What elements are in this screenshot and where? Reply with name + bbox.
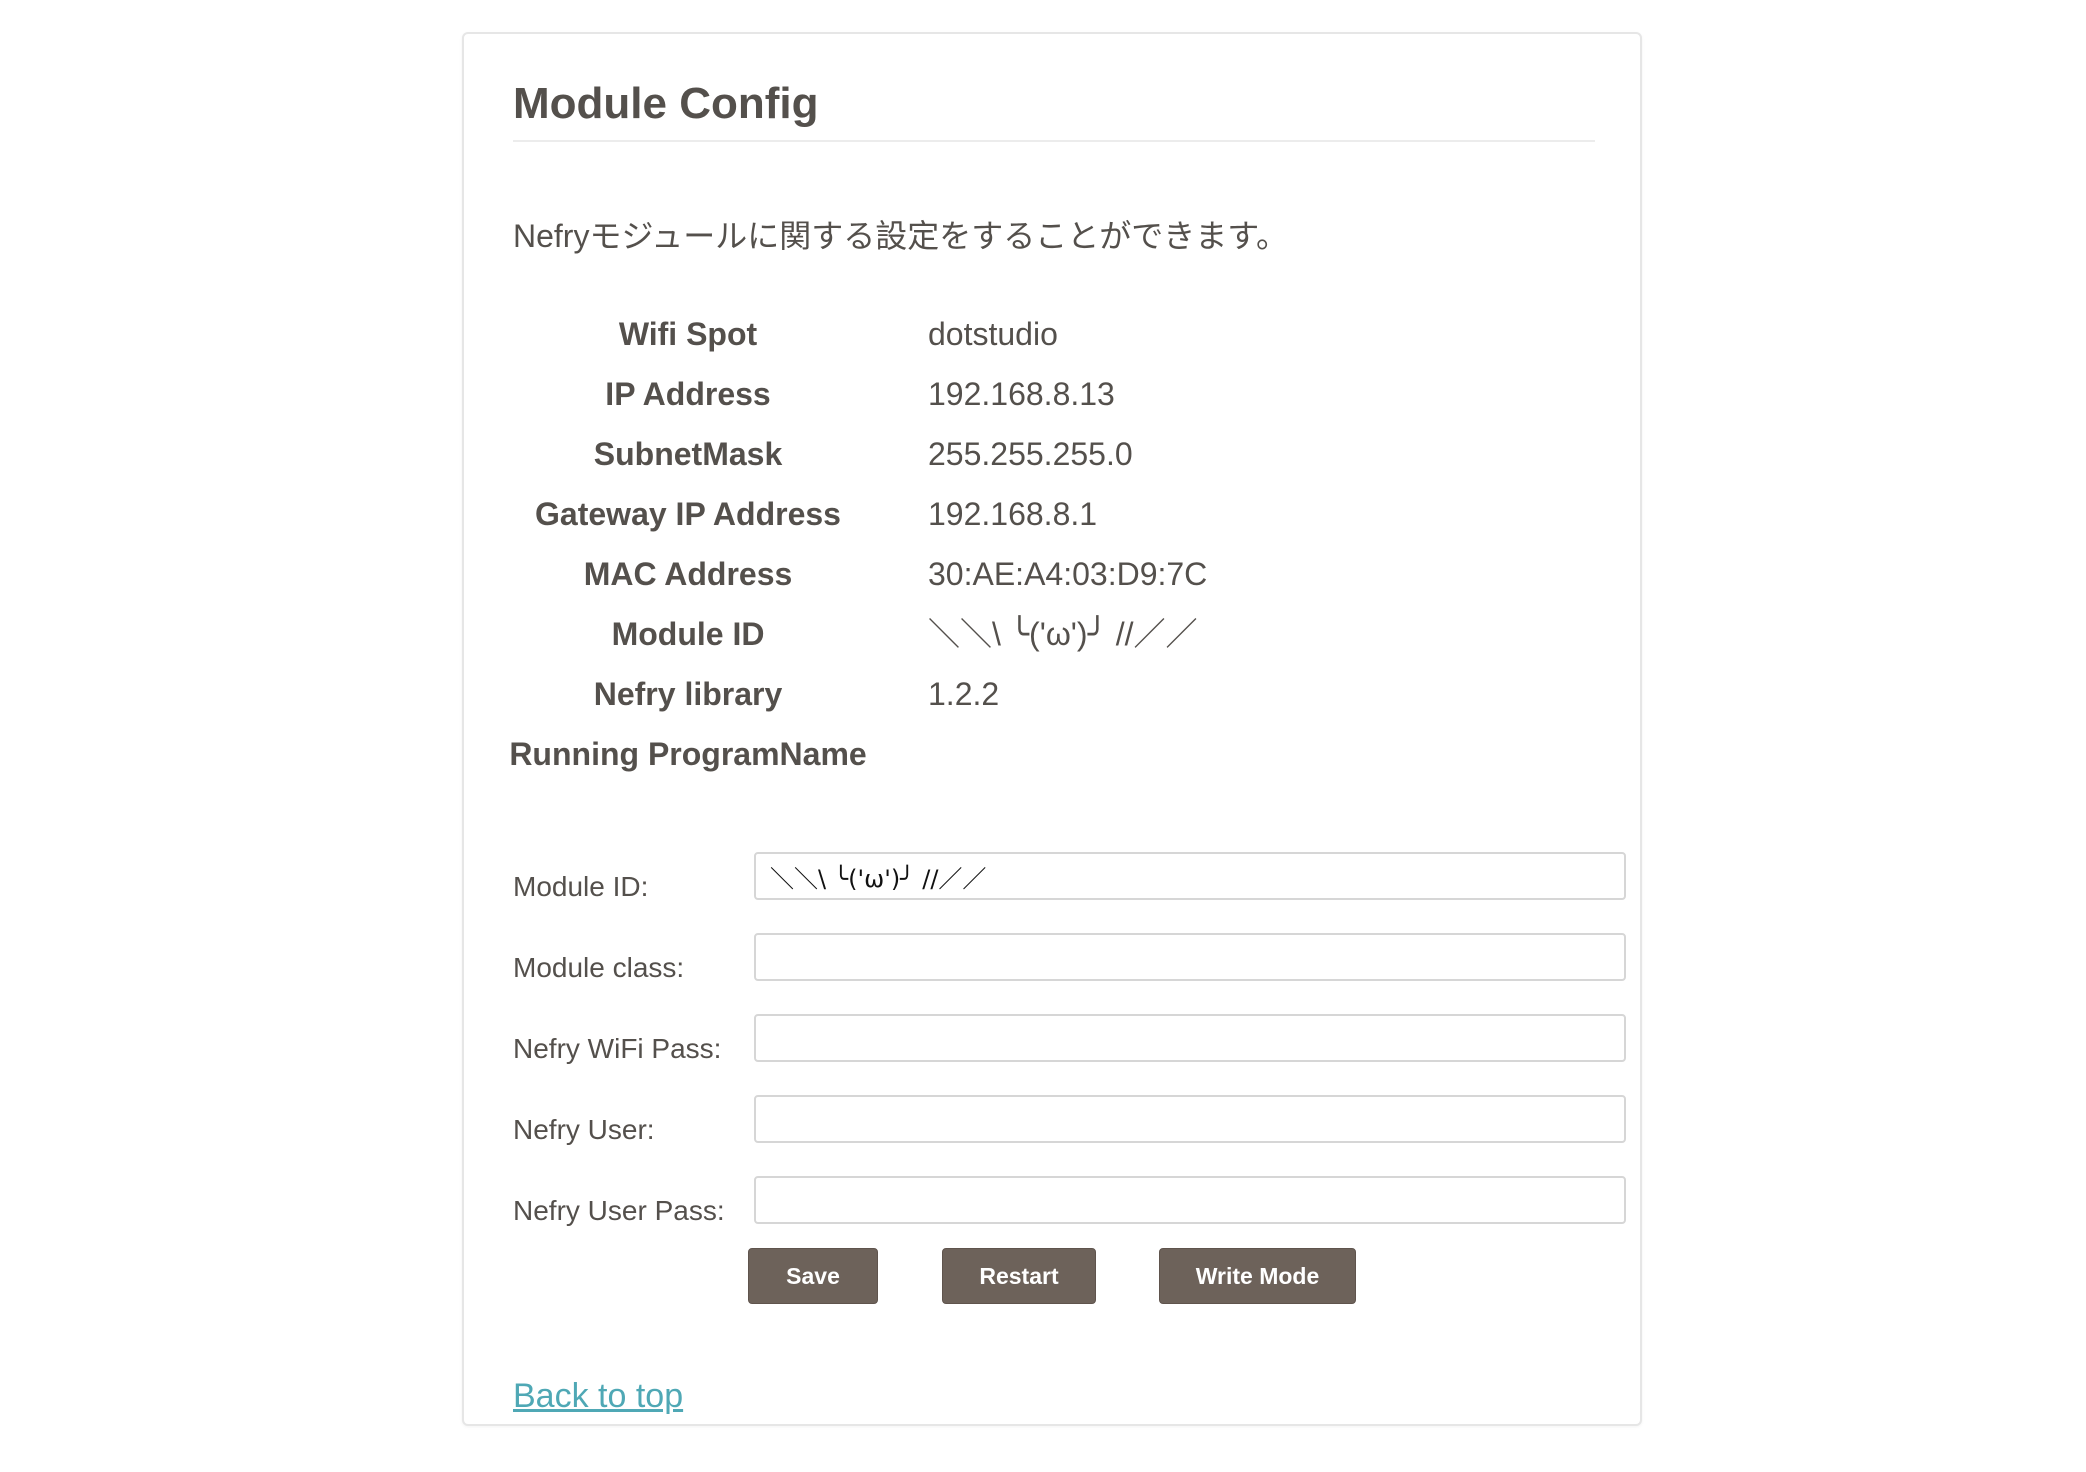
user-pass-label: Nefry User Pass: [513, 1195, 725, 1226]
info-value: 30:AE:A4:03:D9:7C [928, 556, 1208, 592]
module-id-input[interactable] [754, 852, 1626, 900]
user-input[interactable] [754, 1095, 1626, 1143]
write-mode-button[interactable]: Write Mode [1159, 1248, 1356, 1304]
wifi-pass-label: Nefry WiFi Pass: [513, 1033, 722, 1064]
info-value: 255.255.255.0 [928, 436, 1133, 472]
info-label: MAC Address [583, 556, 793, 592]
info-label: Gateway IP Address [535, 496, 841, 532]
page-title: Module Config [513, 79, 819, 128]
module-id-label: Module ID: [513, 871, 649, 902]
info-label: Nefry library [593, 676, 783, 712]
info-label: Module ID [611, 616, 765, 652]
module-class-label: Module class: [513, 952, 685, 983]
info-label: IP Address [605, 376, 771, 412]
save-button[interactable]: Save [748, 1248, 878, 1304]
info-label: Running ProgramName [509, 736, 867, 772]
info-value: 192.168.8.13 [928, 376, 1115, 412]
info-label: Wifi Spot [618, 316, 758, 352]
page-description: Nefryモジュールに関する設定をすることができます。 [513, 218, 1289, 254]
info-value: 1.2.2 [928, 676, 1000, 712]
info-value: 192.168.8.1 [928, 496, 1098, 532]
info-value: ＼＼\ ╰('ω')╯ //／／ [928, 616, 1198, 652]
info-label: SubnetMask [593, 436, 783, 472]
title-divider [513, 140, 1595, 142]
user-pass-input[interactable] [754, 1176, 1626, 1224]
restart-button[interactable]: Restart [942, 1248, 1096, 1304]
module-config-card: Module Config Nefryモジュールに関する設定をすることができます… [462, 32, 1642, 1426]
back-to-top-link[interactable]: Back to top [513, 1376, 683, 1417]
user-label: Nefry User: [513, 1114, 655, 1145]
module-class-input[interactable] [754, 933, 1626, 981]
wifi-pass-input[interactable] [754, 1014, 1626, 1062]
info-value: dotstudio [928, 316, 1058, 352]
